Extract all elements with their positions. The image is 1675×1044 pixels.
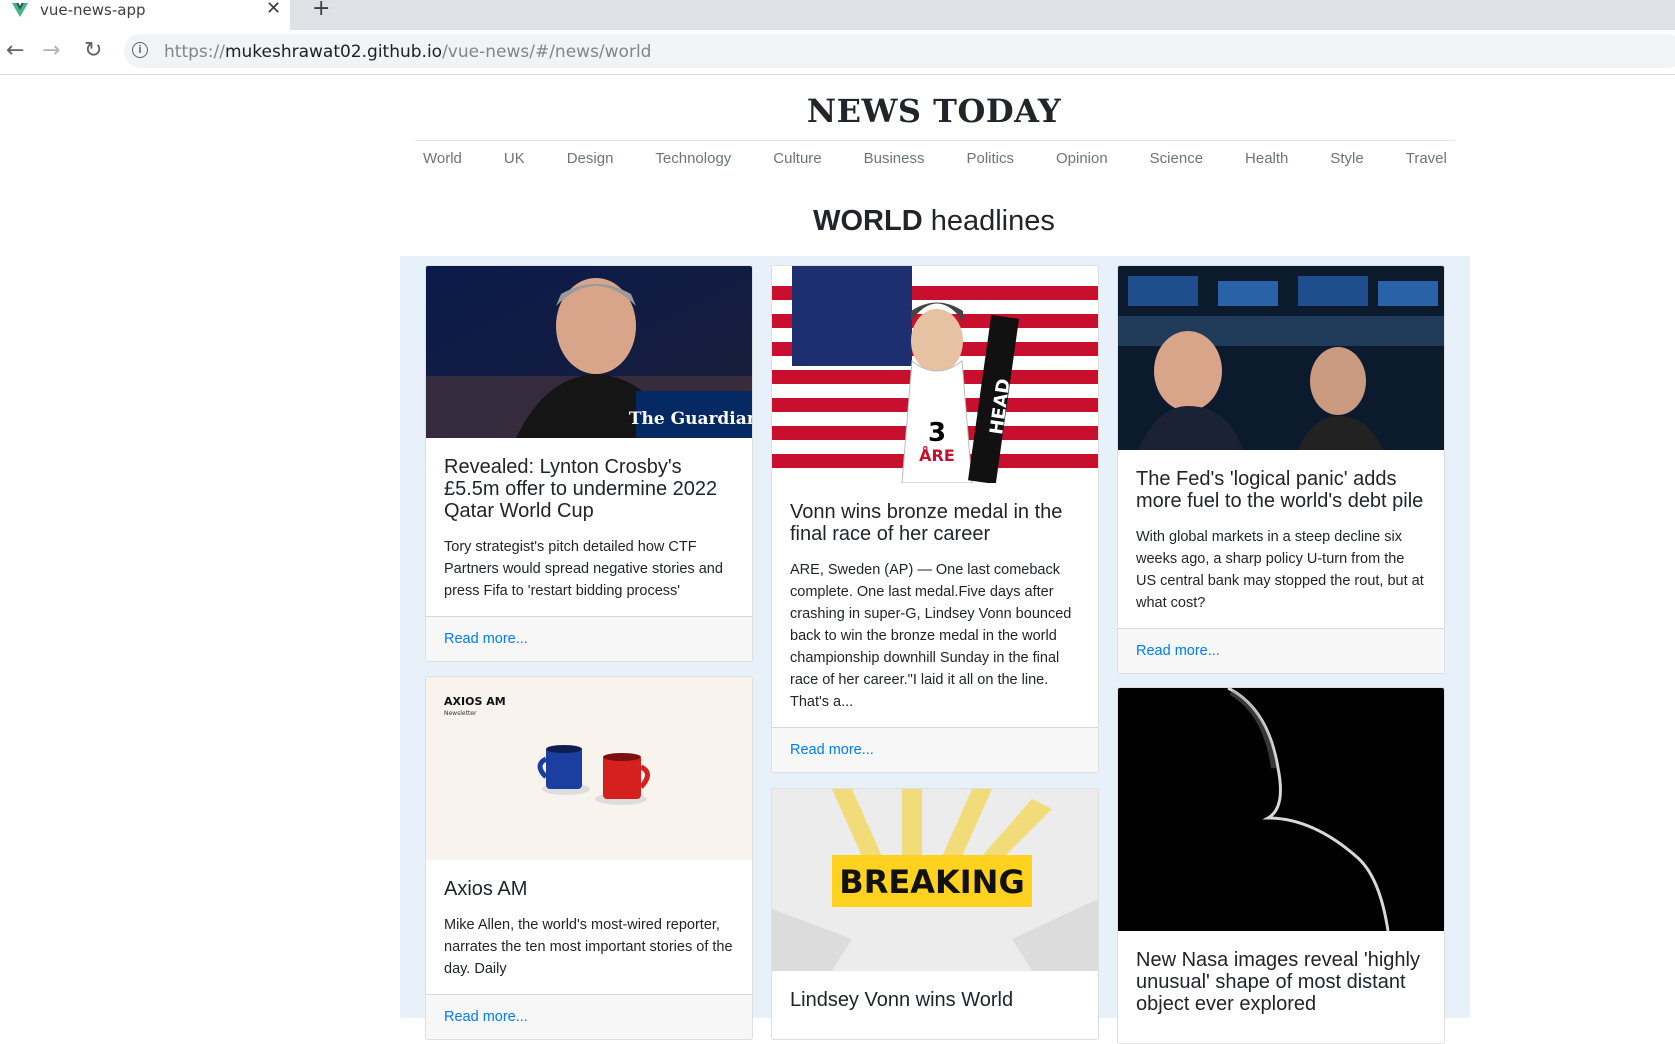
article-summary: Tory strategist's pitch detailed how CTF… (444, 539, 723, 599)
nav-culture[interactable]: Culture (773, 150, 821, 167)
read-more-link[interactable]: Read more... (1136, 643, 1220, 659)
address-bar[interactable]: i https://mukeshrawat02.github.io/vue-ne… (124, 34, 1675, 68)
nav-science[interactable]: Science (1150, 150, 1203, 167)
new-tab-icon[interactable]: + (312, 0, 330, 21)
bib-number: 3 (928, 418, 946, 448)
close-tab-icon[interactable]: ✕ (266, 0, 281, 19)
nav-travel[interactable]: Travel (1406, 150, 1447, 167)
heading-suffix: headlines (922, 205, 1055, 237)
article-title[interactable]: New Nasa images reveal 'highly unusual' … (1136, 949, 1426, 1015)
browser-tab-bar: vue-news-app ✕ + (0, 0, 1675, 30)
back-arrow-icon[interactable]: ← (6, 40, 24, 62)
article-image[interactable] (1118, 266, 1444, 450)
card-footer: Read more... (772, 727, 1098, 772)
article-summary: ARE, Sweden (AP) — One last comeback com… (790, 562, 1072, 710)
article-title[interactable]: Axios AM (444, 878, 734, 900)
nav-politics[interactable]: Politics (966, 150, 1014, 167)
read-more-link[interactable]: Read more... (444, 1009, 528, 1025)
nav-world[interactable]: World (423, 150, 462, 167)
browser-toolbar: ← → ↻ i https://mukeshrawat02.github.io/… (0, 30, 1675, 75)
news-card: The Guardian Revealed: Lynton Crosby's £… (425, 265, 753, 662)
url-prefix: https:// (164, 42, 225, 62)
category-nav: World UK Design Technology Culture Busin… (415, 140, 1455, 176)
news-card: The Fed's 'logical panic' adds more fuel… (1117, 265, 1445, 674)
bib-place: ÅRE (919, 446, 955, 465)
article-title[interactable]: The Fed's 'logical panic' adds more fuel… (1136, 468, 1426, 512)
read-more-link[interactable]: Read more... (790, 742, 874, 758)
nav-uk[interactable]: UK (504, 150, 525, 167)
axios-logo: AXIOS AM (444, 695, 506, 708)
url-host: mukeshrawat02.github.io (224, 42, 443, 62)
article-title[interactable]: Revealed: Lynton Crosby's £5.5m offer to… (444, 456, 734, 522)
nav-technology[interactable]: Technology (655, 150, 731, 167)
article-image[interactable]: 3 ÅRE HEAD (772, 266, 1098, 483)
card-footer: Read more... (1118, 628, 1444, 673)
nav-opinion[interactable]: Opinion (1056, 150, 1108, 167)
tab-title: vue-news-app (40, 1, 146, 19)
breaking-label: BREAKING (839, 863, 1024, 901)
nav-health[interactable]: Health (1245, 150, 1288, 167)
article-image[interactable]: The Guardian (426, 266, 752, 438)
article-title[interactable]: Vonn wins bronze medal in the final race… (790, 501, 1080, 545)
vue-logo-icon (12, 3, 28, 17)
forward-arrow-icon[interactable]: → (42, 40, 60, 62)
nav-style[interactable]: Style (1330, 150, 1363, 167)
reload-icon[interactable]: ↻ (84, 40, 102, 62)
article-title[interactable]: Lindsey Vonn wins World (790, 989, 1080, 1011)
article-image[interactable] (1118, 688, 1444, 931)
site-brand[interactable]: NEWS TODAY (0, 92, 1675, 130)
article-image[interactable]: AXIOS AM Newsletter (426, 677, 752, 860)
news-card: New Nasa images reveal 'highly unusual' … (1117, 687, 1445, 1044)
browser-tab[interactable]: vue-news-app ✕ (0, 0, 290, 30)
article-summary: With global markets in a steep decline s… (1136, 529, 1424, 611)
url-text[interactable]: https://mukeshrawat02.github.io/vue-news… (164, 42, 651, 62)
page-heading: WORLD headlines (0, 205, 1675, 238)
guardian-watermark: The Guardian (629, 409, 752, 429)
article-summary: Mike Allen, the world's most-wired repor… (444, 917, 733, 977)
nav-business[interactable]: Business (864, 150, 925, 167)
nav-design[interactable]: Design (567, 150, 614, 167)
heading-category: WORLD (813, 205, 923, 237)
read-more-link[interactable]: Read more... (444, 631, 528, 647)
article-image[interactable]: BREAKING (772, 789, 1098, 971)
card-footer: Read more... (426, 616, 752, 661)
axios-sub: Newsletter (444, 710, 477, 717)
site-info-icon[interactable]: i (132, 42, 148, 58)
news-card: BREAKING Lindsey Vonn wins World (771, 788, 1099, 1040)
news-card: 3 ÅRE HEAD Vonn wins bronze medal in the… (771, 265, 1099, 773)
url-path: /vue-news/#/news/world (442, 42, 652, 62)
card-footer: Read more... (426, 994, 752, 1039)
news-card: AXIOS AM Newsletter Axios AM Mike Allen,… (425, 676, 753, 1040)
